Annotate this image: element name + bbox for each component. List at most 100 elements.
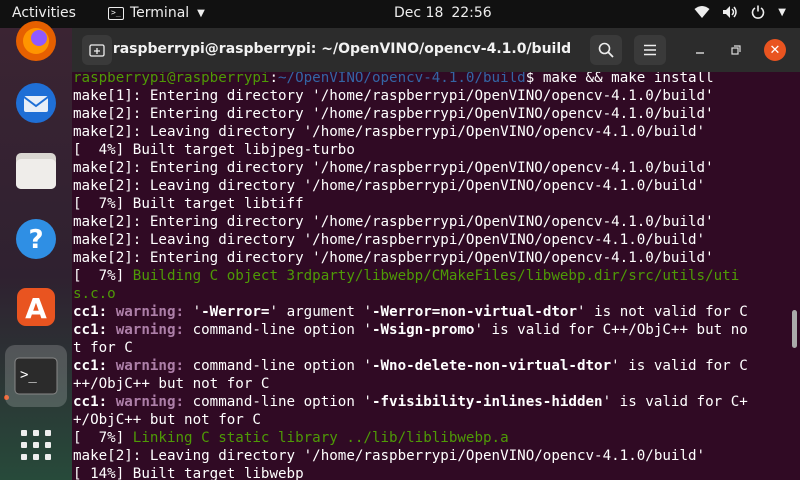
terminal-text: raspberrypi@raspberrypi <box>73 72 270 86</box>
terminal-text: Building C object 3rdparty/libwebp/CMake… <box>132 268 740 284</box>
terminal-text: make[2]: Leaving directory '/home/raspbe… <box>73 178 706 194</box>
terminal-text: ' is valid for C+ <box>602 394 748 410</box>
terminal-text: ~/OpenVINO/opencv-4.1.0/build <box>278 72 526 86</box>
terminal-text: warning: <box>115 358 193 374</box>
app-name: Terminal <box>130 5 190 21</box>
clock-date: Dec 18 <box>394 5 444 21</box>
top-bar: Activities >_ Terminal ▼ Dec 18 22:56 ▼ <box>0 0 800 28</box>
terminal-text: make[2]: Entering directory '/home/raspb… <box>73 214 714 230</box>
close-icon: ✕ <box>769 42 781 58</box>
files-icon[interactable] <box>11 146 61 196</box>
terminal-text: warning: <box>115 394 193 410</box>
terminal-text: ' argument ' <box>269 304 372 320</box>
help-icon[interactable]: ? <box>11 214 61 264</box>
terminal-output[interactable]: raspberrypi@raspberrypi:~/OpenVINO/openc… <box>72 72 800 480</box>
terminal-text: make[1]: Entering directory '/home/raspb… <box>73 88 714 104</box>
terminal-line: [ 4%] Built target libjpeg-turbo <box>73 141 791 159</box>
terminal-text: cc1: <box>73 394 116 410</box>
wifi-icon[interactable] <box>694 4 710 20</box>
terminal-text: -Wsign-promo <box>371 322 475 338</box>
terminal-line: [ 7%] Building C object 3rdparty/libwebp… <box>73 267 791 285</box>
terminal-line: ++/ObjC++ but not for C <box>73 375 791 393</box>
software-icon[interactable]: A <box>11 282 61 332</box>
power-icon[interactable] <box>750 4 766 20</box>
terminal-line: cc1: warning: '-Werror=' argument '-Werr… <box>73 303 791 321</box>
terminal-text: cc1: <box>73 358 116 374</box>
terminal-text: command-line option ' <box>192 322 372 338</box>
terminal-line: make[1]: Entering directory '/home/raspb… <box>73 87 791 105</box>
terminal-text: warning: <box>115 304 193 320</box>
terminal-text: : <box>269 72 279 86</box>
terminal-text: cc1: <box>73 322 116 338</box>
terminal-line: make[2]: Leaving directory '/home/raspbe… <box>73 177 791 195</box>
search-button[interactable] <box>590 35 622 65</box>
terminal-text: make[2]: Leaving directory '/home/raspbe… <box>73 232 706 248</box>
terminal-text: t for C <box>73 340 133 356</box>
svg-text:A: A <box>25 292 47 325</box>
terminal-text: make[2]: Leaving directory '/home/raspbe… <box>73 124 706 140</box>
terminal-text: [ 7%] <box>73 268 133 284</box>
terminal-text: ' is valid for C++/ObjC++ but no <box>474 322 748 338</box>
firefox-icon[interactable] <box>11 16 61 66</box>
search-icon <box>598 42 614 58</box>
terminal-text: [ 7%] <box>73 430 133 446</box>
terminal-text: make[2]: Leaving directory '/home/raspbe… <box>73 448 706 464</box>
system-tray[interactable]: ▼ <box>694 4 786 20</box>
terminal-text: make[2]: Entering directory '/home/raspb… <box>73 160 714 176</box>
terminal-line: +/ObjC++ but not for C <box>73 411 791 429</box>
caret-down-icon[interactable]: ▼ <box>778 7 786 18</box>
minimize-icon <box>696 52 704 54</box>
terminal-text: warning: <box>115 322 193 338</box>
terminal-line: [ 7%] Built target libtiff <box>73 195 791 213</box>
minimize-button[interactable] <box>690 40 710 60</box>
restore-icon <box>731 45 741 55</box>
window-title: raspberrypi@raspberrypi: ~/OpenVINO/open… <box>112 41 572 57</box>
terminal-window: raspberrypi@raspberrypi: ~/OpenVINO/open… <box>72 28 800 480</box>
terminal-line: raspberrypi@raspberrypi:~/OpenVINO/openc… <box>73 72 791 87</box>
terminal-text: ' is not valid for C <box>576 304 748 320</box>
terminal-text: -Werror=non-virtual-dtor <box>371 304 577 320</box>
terminal-text: command-line option ' <box>192 394 372 410</box>
clock[interactable]: Dec 18 22:56 <box>394 5 492 21</box>
app-menu[interactable]: >_ Terminal ▼ <box>108 5 205 21</box>
terminal-text: ++/ObjC++ but not for C <box>73 376 270 392</box>
svg-text:?: ? <box>28 225 43 255</box>
terminal-text: +/ObjC++ but not for C <box>73 412 261 428</box>
scrollbar-thumb[interactable] <box>792 310 797 348</box>
thunderbird-icon[interactable] <box>11 78 61 128</box>
header-bar[interactable]: raspberrypi@raspberrypi: ~/OpenVINO/open… <box>72 28 800 72</box>
terminal-icon[interactable]: >_ <box>5 345 67 407</box>
terminal-text: Linking C static library ../lib/liblibwe… <box>132 430 509 446</box>
terminal-line: cc1: warning: command-line option '-Wno-… <box>73 357 791 375</box>
terminal-text: -Werror= <box>201 304 270 320</box>
maximize-button[interactable] <box>726 40 746 60</box>
volume-icon[interactable] <box>722 4 738 20</box>
terminal-line: make[2]: Entering directory '/home/raspb… <box>73 249 791 267</box>
terminal-text: [ 7%] Built target libtiff <box>73 196 304 212</box>
terminal-line: make[2]: Entering directory '/home/raspb… <box>73 213 791 231</box>
terminal-app-icon: >_ <box>108 6 124 20</box>
terminal-text: $ make && make install <box>525 72 714 86</box>
terminal-text: [ 14%] Built target libwebp <box>73 466 304 480</box>
terminal-line: make[2]: Entering directory '/home/raspb… <box>73 105 791 123</box>
terminal-line: make[2]: Leaving directory '/home/raspbe… <box>73 447 791 465</box>
terminal-lines: raspberrypi@raspberrypi:~/OpenVINO/openc… <box>73 72 791 480</box>
menu-button[interactable] <box>634 35 666 65</box>
terminal-line: cc1: warning: command-line option '-Wsig… <box>73 321 791 339</box>
hamburger-icon <box>644 44 656 56</box>
caret-down-icon: ▼ <box>197 7 205 19</box>
terminal-line: [ 7%] Linking C static library ../lib/li… <box>73 429 791 447</box>
terminal-text: make[2]: Entering directory '/home/raspb… <box>73 106 714 122</box>
terminal-text: ' is valid for C <box>611 358 748 374</box>
dock: ? A >_ <box>0 21 72 480</box>
clock-time: 22:56 <box>451 5 492 21</box>
terminal-text: s.c.o <box>73 286 116 302</box>
terminal-text: command-line option ' <box>192 358 372 374</box>
terminal-line: s.c.o <box>73 285 791 303</box>
app-grid-icon[interactable] <box>11 420 61 470</box>
terminal-text: cc1: <box>73 304 116 320</box>
close-button[interactable]: ✕ <box>764 39 786 61</box>
terminal-text: -Wno-delete-non-virtual-dtor <box>371 358 612 374</box>
terminal-text: [ 4%] Built target libjpeg-turbo <box>73 142 355 158</box>
terminal-line: [ 14%] Built target libwebp <box>73 465 791 480</box>
